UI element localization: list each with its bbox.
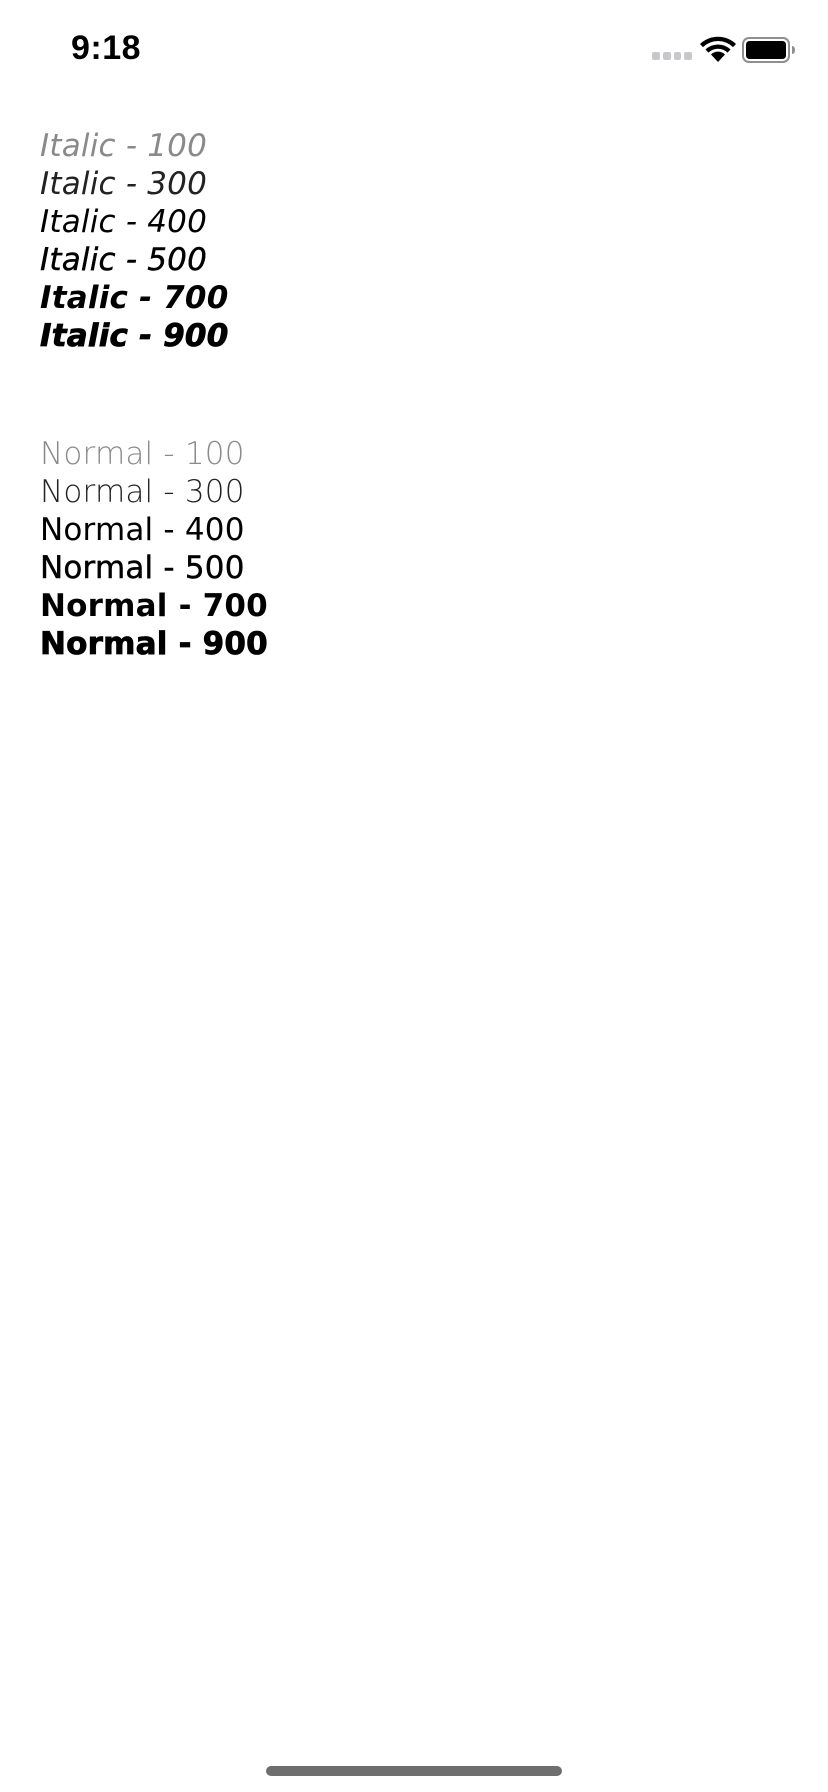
normal-400-label: Normal - 400 <box>40 512 245 548</box>
italic-500-label: Italic - 500 <box>40 242 208 278</box>
italic-400-label: Italic - 400 <box>40 204 208 240</box>
status-time: 9:18 <box>71 29 142 67</box>
normal-100-label: Normal - 100 <box>40 436 245 472</box>
italic-900-label: Italic - 900 <box>40 318 229 355</box>
status-bar: 9:18 <box>0 0 828 100</box>
normal-700-label: Normal - 700 <box>40 588 268 624</box>
wifi-icon <box>700 36 736 62</box>
normal-900-label: Normal - 900 <box>40 626 269 663</box>
normal-weight-list: Normal - 100 Normal - 300 Normal - 400 N… <box>40 435 269 663</box>
battery-icon <box>742 37 795 63</box>
normal-300-label: Normal - 300 <box>40 474 245 510</box>
cellular-signal-icon <box>652 52 692 62</box>
italic-weight-list: Italic - 100 Italic - 300 Italic - 400 I… <box>40 127 229 355</box>
home-indicator[interactable] <box>266 1766 562 1776</box>
italic-700-label: Italic - 700 <box>40 280 229 316</box>
italic-100-label: Italic - 100 <box>40 128 208 164</box>
italic-300-label: Italic - 300 <box>40 166 208 202</box>
normal-500-label: Normal - 500 <box>40 550 245 586</box>
